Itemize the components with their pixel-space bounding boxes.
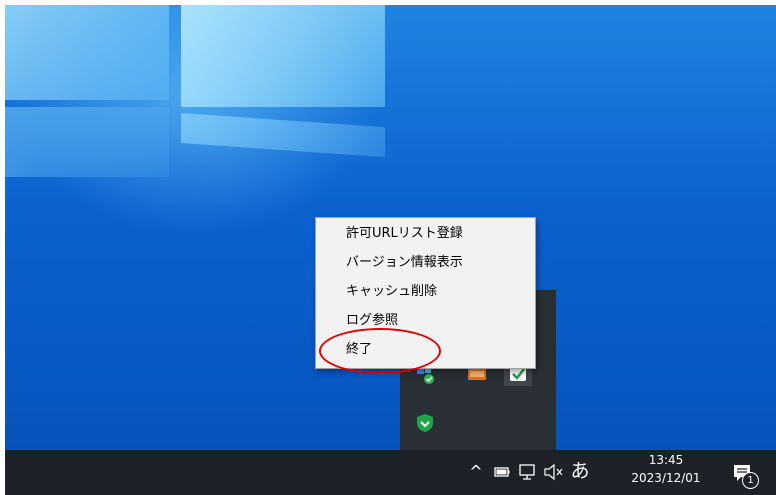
wallpaper-window-pane [181, 5, 385, 107]
menu-item-version-info[interactable]: バージョン情報表示 [346, 249, 463, 277]
menu-item-register-url-list[interactable]: 許可URLリスト登録 [346, 220, 463, 248]
notification-count-badge: 1 [742, 472, 759, 489]
taskbar: ^ あ 13:45 2023/12/01 1 [5, 450, 776, 495]
menu-item-clear-cache[interactable]: キャッシュ削除 [346, 278, 437, 306]
clock-time: 13:45 [648, 453, 684, 467]
action-center-button[interactable]: 1 [731, 462, 761, 490]
shield-icon[interactable] [414, 412, 436, 434]
clock[interactable]: 13:45 2023/12/01 [621, 453, 711, 493]
ime-mode-indicator[interactable]: あ [570, 458, 590, 484]
wallpaper-window-pane [181, 113, 385, 158]
show-hidden-icons-chevron-icon[interactable]: ^ [467, 462, 485, 482]
wallpaper-window-pane [5, 5, 169, 100]
battery-icon[interactable] [493, 463, 511, 481]
network-icon[interactable] [517, 463, 537, 481]
red-highlight-circle [319, 328, 441, 374]
clock-date: 2023/12/01 [631, 471, 701, 485]
wallpaper-window-pane [5, 107, 169, 177]
volume-muted-icon[interactable] [543, 463, 565, 481]
